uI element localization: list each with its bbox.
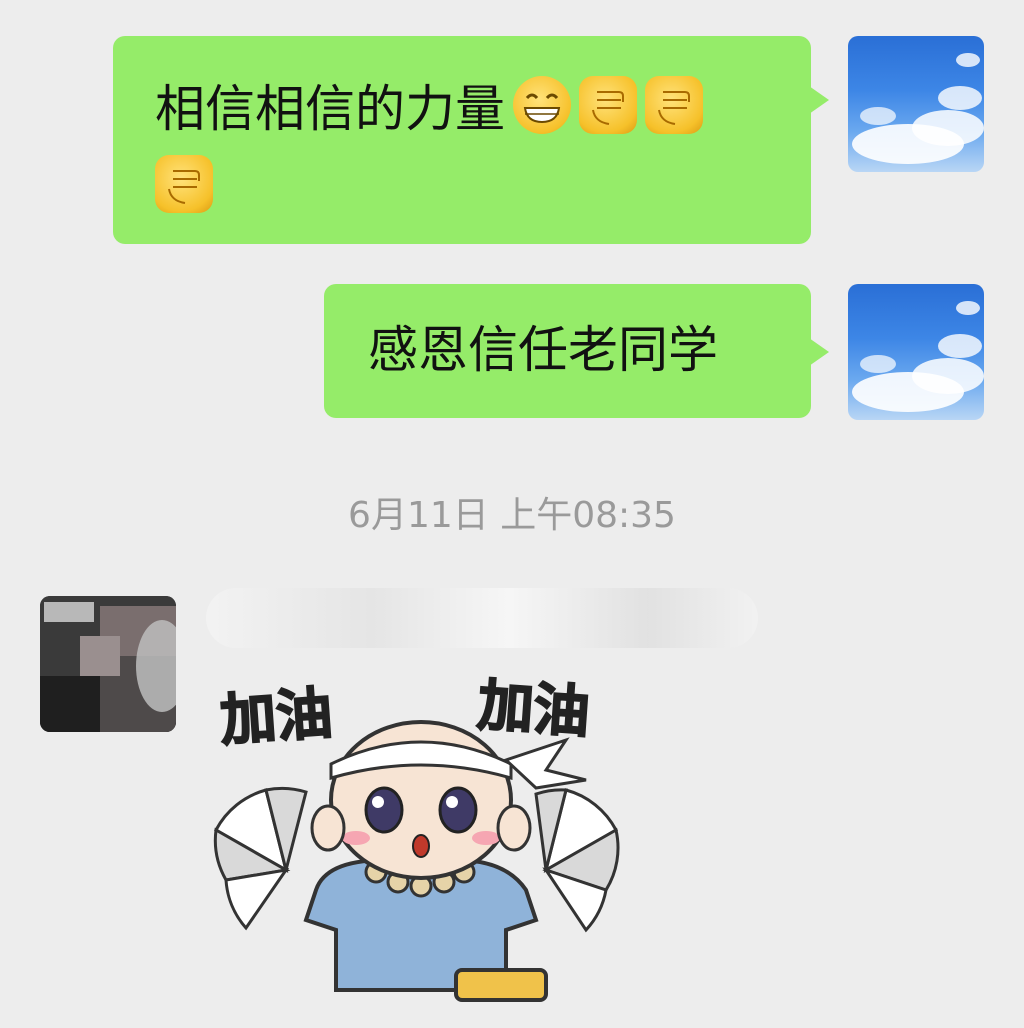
message-text-1: 相信相信的力量 <box>155 80 505 138</box>
message-row-1: 相信相信的力量 <box>0 0 1024 260</box>
message-bubble-2[interactable]: 感恩信任老同学 <box>324 284 829 418</box>
message-row-2: 感恩信任老同学 <box>0 270 1024 430</box>
peer-avatar[interactable] <box>40 596 176 732</box>
obscured-sender-name <box>206 588 758 648</box>
raised-fist-icon <box>645 76 703 134</box>
sticker-caption-left: 加油 <box>217 680 335 755</box>
left-fan-icon <box>213 786 308 931</box>
message-bubble-1[interactable]: 相信相信的力量 <box>113 36 829 244</box>
message-text-2: 感恩信任老同学 <box>368 321 718 379</box>
own-avatar[interactable] <box>848 36 984 172</box>
own-avatar[interactable] <box>848 284 984 420</box>
grin-emoji-icon <box>513 76 571 134</box>
cheering-monk-sticker[interactable]: 加油 加油 <box>206 660 626 1024</box>
raised-fist-icon <box>155 155 213 213</box>
raised-fist-icon <box>579 76 637 134</box>
sticker-caption-right: 加油 <box>475 672 593 747</box>
message-timestamp: 6月11日 上午08:35 <box>348 495 676 536</box>
right-fan-icon <box>534 788 620 933</box>
